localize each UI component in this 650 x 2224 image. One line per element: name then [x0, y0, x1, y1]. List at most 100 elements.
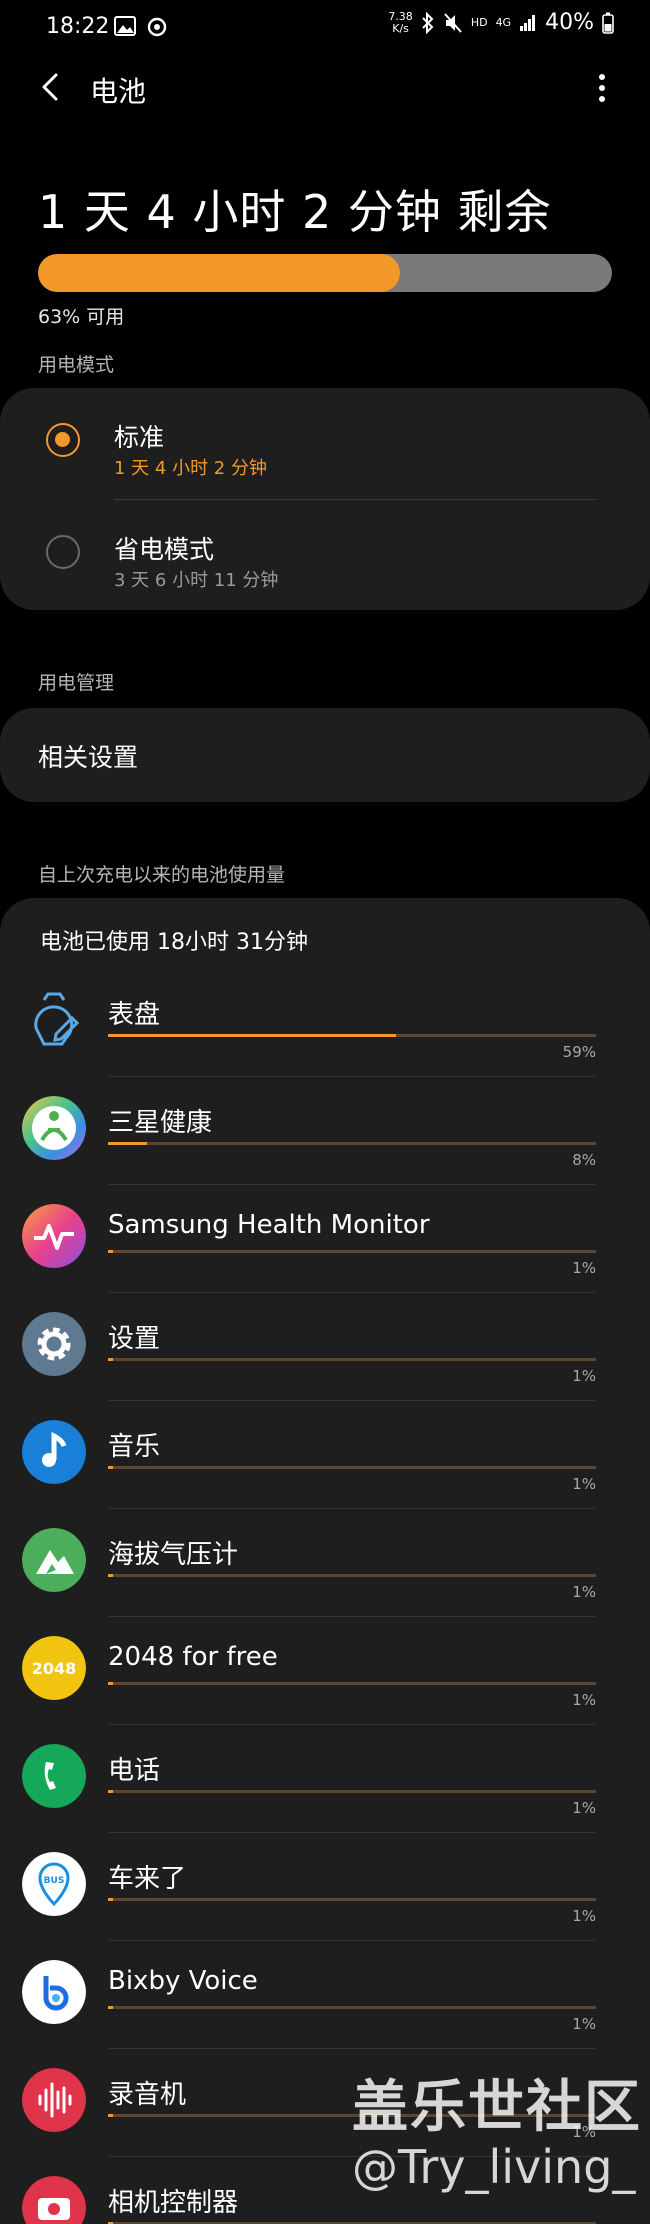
- app-usage-bar-fill: [108, 1574, 113, 1577]
- app-usage-row[interactable]: 设置 1%: [0, 1294, 650, 1402]
- app-name: 车来了: [108, 1864, 187, 1894]
- app-name: Samsung Health Monitor: [108, 1210, 430, 1240]
- app-usage-row[interactable]: Samsung Health Monitor 1%: [0, 1186, 650, 1294]
- network-speed: 7.38 K/s: [388, 9, 413, 35]
- mode-time: 1 天 4 小时 2 分钟: [114, 458, 267, 479]
- app-usage-row[interactable]: BUS 车来了 1%: [0, 1834, 650, 1942]
- divider: [108, 1508, 596, 1509]
- app-usage-bar: [108, 1034, 596, 1037]
- svg-text:BUS: BUS: [44, 1876, 65, 1886]
- app-usage-row[interactable]: 海拔气压计 1%: [0, 1510, 650, 1618]
- bluetooth-icon: [422, 11, 434, 34]
- app-name: 2048 for free: [108, 1642, 278, 1672]
- battery-level-fill: [38, 254, 400, 292]
- watch-face-icon: [22, 988, 86, 1052]
- divider: [108, 1292, 596, 1293]
- app-usage-bar-fill: [108, 1682, 113, 1685]
- power-mode-standard[interactable]: 标准 1 天 4 小时 2 分钟: [0, 388, 650, 498]
- app-usage-row[interactable]: 电话 1%: [0, 1726, 650, 1834]
- divider: [108, 1184, 596, 1185]
- bus-icon: BUS: [22, 1852, 86, 1916]
- network-type: 4G: [495, 16, 512, 29]
- samsung-health-icon: [22, 1096, 86, 1160]
- settings-gear-icon: [22, 1312, 86, 1376]
- app-usage-bar: [108, 1358, 596, 1361]
- app-usage-bar-fill: [108, 1250, 113, 1253]
- app-usage-percent: 1%: [572, 1907, 596, 1925]
- app-header: 电池: [0, 60, 650, 116]
- app-usage-bar: [108, 1574, 596, 1577]
- battery-level-bar: [38, 254, 612, 292]
- app-usage-percent: 1%: [572, 1475, 596, 1493]
- app-name: 海拔气压计: [108, 1540, 239, 1570]
- related-settings-button[interactable]: 相关设置: [38, 738, 138, 774]
- net-speed-value: 7.38: [388, 9, 413, 23]
- app-usage-row[interactable]: 三星健康 8%: [0, 1078, 650, 1186]
- bixby-icon: [22, 1960, 86, 2024]
- power-mode-saving[interactable]: 省电模式 3 天 6 小时 11 分钟: [0, 500, 650, 610]
- app-usage-bar-fill: [108, 1034, 396, 1037]
- svg-text:2048: 2048: [32, 1659, 77, 1678]
- net-speed-unit: K/s: [392, 21, 409, 35]
- app-usage-bar: [108, 1142, 596, 1145]
- mode-time: 3 天 6 小时 11 分钟: [114, 570, 279, 591]
- game-2048-icon: 2048: [22, 1636, 86, 1700]
- watermark-handle: @Try_living_: [352, 2140, 636, 2194]
- divider: [108, 2048, 596, 2049]
- app-name: 三星健康: [108, 1108, 213, 1138]
- app-name: 电话: [108, 1756, 161, 1786]
- power-saving-radio[interactable]: [46, 535, 80, 569]
- watermark-community: 盖乐世社区: [352, 2075, 642, 2140]
- app-name: 音乐: [108, 1432, 161, 1462]
- app-usage-bar-fill: [108, 1358, 113, 1361]
- gallery-icon: [114, 16, 136, 36]
- app-name: 表盘: [108, 1000, 161, 1030]
- mode-name: 省电模式: [114, 535, 215, 564]
- divider: [108, 1076, 596, 1077]
- battery-remaining-time: 1 天 4 小时 2 分钟 剩余: [38, 185, 552, 239]
- app-usage-bar-fill: [108, 1898, 113, 1901]
- app-usage-row[interactable]: 音乐 1%: [0, 1402, 650, 1510]
- divider: [108, 1616, 596, 1617]
- status-right-icons: 7.38 K/s HD 4G 40%: [388, 10, 614, 35]
- power-management-section-label: 用电管理: [38, 672, 115, 694]
- status-left-icons: [114, 16, 168, 38]
- usage-summary: 电池已使用 18小时 31分钟: [40, 930, 308, 955]
- app-usage-bar-fill: [108, 1142, 148, 1145]
- mute-icon: [444, 12, 462, 33]
- app-usage-percent: 1%: [572, 2015, 596, 2033]
- battery-available-text: 63% 可用: [38, 306, 125, 328]
- camera-controller-icon: [22, 2176, 86, 2224]
- app-usage-bar-fill: [108, 1790, 113, 1793]
- sync-icon: [147, 17, 167, 37]
- music-note-icon: [22, 1420, 86, 1484]
- voice-recorder-icon: [22, 2068, 86, 2132]
- app-usage-percent: 1%: [572, 1259, 596, 1277]
- app-usage-percent: 8%: [572, 1151, 596, 1169]
- app-usage-row[interactable]: 表盘 59%: [0, 970, 650, 1078]
- more-options-icon[interactable]: [594, 72, 610, 104]
- app-usage-bar-fill: [108, 2114, 113, 2117]
- usage-section-label: 自上次充电以来的电池使用量: [38, 864, 286, 886]
- health-monitor-icon: [22, 1204, 86, 1268]
- divider: [108, 1724, 596, 1725]
- divider: [108, 1832, 596, 1833]
- app-usage-bar-fill: [108, 1466, 113, 1469]
- phone-icon: [22, 1744, 86, 1808]
- hd-label: HD: [470, 16, 488, 29]
- app-name: 相机控制器: [108, 2188, 239, 2218]
- app-usage-percent: 1%: [572, 1583, 596, 1601]
- signal-icon: [520, 14, 536, 31]
- back-arrow-icon[interactable]: [38, 72, 62, 102]
- standard-radio[interactable]: [46, 423, 80, 457]
- app-usage-bar: [108, 1250, 596, 1253]
- app-usage-percent: 1%: [572, 1367, 596, 1385]
- app-usage-bar-fill: [108, 2006, 113, 2009]
- app-usage-bar: [108, 1790, 596, 1793]
- app-usage-row[interactable]: 2048 2048 for free 1%: [0, 1618, 650, 1726]
- app-name: 设置: [108, 1324, 161, 1354]
- app-usage-bar: [108, 1466, 596, 1469]
- app-usage-row[interactable]: Bixby Voice 1%: [0, 1942, 650, 2050]
- status-bar: 18:22 7.38 K/s HD 4G 40%: [0, 0, 650, 56]
- app-usage-bar: [108, 1682, 596, 1685]
